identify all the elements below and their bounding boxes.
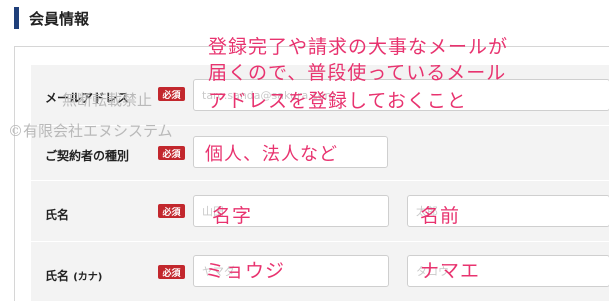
name-required-badge: 必須 <box>158 204 185 218</box>
email-annotation-line-1: 登録完了や請求の大事なメールが <box>208 36 509 58</box>
last-name-kana-annotation: ミョウジ <box>205 260 286 282</box>
first-name-annotation: 名前 <box>420 205 461 227</box>
section-accent-bar <box>14 7 19 29</box>
name-kana-row: 氏名 (カナ) 必須 <box>31 242 609 302</box>
member-info-form: メールアドレス 必須 ご契約者の種別 必須 氏名 必須 氏名 (カナ) 必須 <box>14 46 609 302</box>
watermark-copyright: ©有限会社エヌシステム <box>8 122 173 140</box>
email-required-badge: 必須 <box>158 87 185 101</box>
name-row: 氏名 必須 <box>31 181 609 242</box>
contract-type-annotation: 個人、法人など <box>205 144 338 165</box>
name-kana-label-main: 氏名 <box>45 269 70 283</box>
email-annotation-line-2: 届くので、普段使っているメール <box>208 62 507 84</box>
section-title: 会員情報 <box>29 9 90 28</box>
email-annotation-line-3: アドレスを登録しておくこと <box>208 90 467 112</box>
watermark-no-reproduction: 無断転載禁止 <box>62 91 153 109</box>
first-name-kana-annotation: ナマエ <box>420 260 481 282</box>
name-kana-label: 氏名 (カナ) <box>45 267 102 284</box>
contract-type-required-badge: 必須 <box>158 146 185 160</box>
section-header: 会員情報 <box>14 6 89 30</box>
name-label: 氏名 <box>45 208 70 222</box>
name-kana-required-badge: 必須 <box>158 265 185 279</box>
contract-type-label: ご契約者の種別 <box>45 149 130 163</box>
name-kana-label-sub: (カナ) <box>73 272 103 283</box>
last-name-annotation: 名字 <box>212 205 253 227</box>
